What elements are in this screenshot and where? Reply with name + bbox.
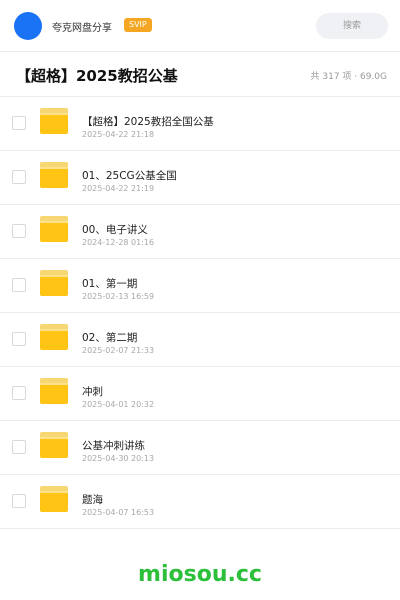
file-name: 01、第一期 — [82, 278, 138, 290]
file-date: 2024-12-28 01:16 — [82, 238, 155, 247]
file-name: 【超格】2025教招全国公基 — [82, 116, 214, 128]
file-date: 2025-04-01 20:32 — [82, 400, 155, 409]
folder-icon — [40, 486, 68, 512]
footer: miosou.cc — [0, 548, 400, 600]
folder-title-bar: 【超格】2025教招公基 共 317 项 · 69.0G — [0, 52, 400, 97]
folder-icon — [40, 378, 68, 404]
select-checkbox[interactable] — [12, 386, 26, 400]
folder-icon — [40, 432, 68, 458]
folder-icon — [40, 324, 68, 350]
list-item[interactable]: 01、第一期 2025-02-13 16:59 — [0, 259, 400, 313]
select-checkbox[interactable] — [12, 170, 26, 184]
svip-badge: SVIP — [124, 18, 152, 32]
search-input[interactable] — [316, 13, 388, 39]
file-name: 01、25CG公基全国 — [82, 170, 177, 182]
file-date: 2025-04-07 16:53 — [82, 508, 155, 517]
page-title: 【超格】2025教招公基 — [16, 67, 178, 85]
avatar[interactable] — [14, 12, 42, 40]
file-list: 【超格】2025教招全国公基 2025-04-22 21:18 01、25CG公… — [0, 97, 400, 529]
file-date: 2025-04-22 21:18 — [82, 130, 155, 139]
folder-icon — [40, 216, 68, 242]
file-date: 2025-02-07 21:33 — [82, 346, 155, 355]
file-name: 00、电子讲义 — [82, 224, 148, 236]
list-item[interactable]: 题海 2025-04-07 16:53 — [0, 475, 400, 529]
select-checkbox[interactable] — [12, 116, 26, 130]
site-watermark: miosou.cc — [138, 562, 262, 587]
list-item[interactable]: 冲刺 2025-04-01 20:32 — [0, 367, 400, 421]
folder-summary: 共 317 项 · 69.0G — [310, 72, 388, 82]
folder-icon — [40, 108, 68, 134]
folder-icon — [40, 162, 68, 188]
file-name: 02、第二期 — [82, 332, 138, 344]
top-header: 夸克网盘分享 SVIP — [0, 0, 400, 52]
file-date: 2025-04-30 20:13 — [82, 454, 155, 463]
select-checkbox[interactable] — [12, 440, 26, 454]
file-name: 题海 — [82, 494, 103, 506]
select-checkbox[interactable] — [12, 332, 26, 346]
list-item[interactable]: 公基冲刺讲练 2025-04-30 20:13 — [0, 421, 400, 475]
list-item[interactable]: 【超格】2025教招全国公基 2025-04-22 21:18 — [0, 97, 400, 151]
file-name: 公基冲刺讲练 — [82, 440, 145, 452]
file-name: 冲刺 — [82, 386, 103, 398]
username: 夸克网盘分享 — [52, 23, 112, 34]
file-date: 2025-04-22 21:19 — [82, 184, 155, 193]
list-item[interactable]: 00、电子讲义 2024-12-28 01:16 — [0, 205, 400, 259]
folder-icon — [40, 270, 68, 296]
list-item[interactable]: 01、25CG公基全国 2025-04-22 21:19 — [0, 151, 400, 205]
select-checkbox[interactable] — [12, 494, 26, 508]
select-checkbox[interactable] — [12, 278, 26, 292]
select-checkbox[interactable] — [12, 224, 26, 238]
list-item[interactable]: 02、第二期 2025-02-07 21:33 — [0, 313, 400, 367]
file-date: 2025-02-13 16:59 — [82, 292, 155, 301]
